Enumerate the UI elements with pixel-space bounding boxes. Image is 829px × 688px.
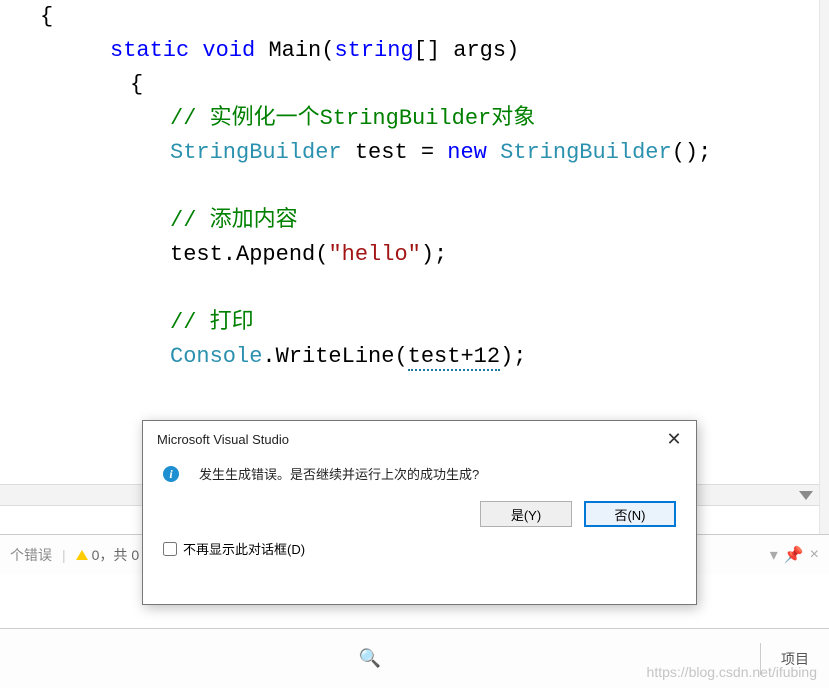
call: .WriteLine(	[262, 344, 407, 369]
identifier: test	[355, 140, 408, 165]
code-line: // 打印	[20, 306, 809, 340]
dialog-message: 发生生成错误。是否继续并运行上次的成功生成?	[199, 464, 479, 483]
code-line: {	[20, 0, 809, 34]
code-line: static void Main(string[] args)	[20, 34, 809, 68]
warning-label: 0，共 0	[92, 545, 139, 565]
watermark: https://blog.csdn.net/ifubing	[647, 664, 817, 680]
warning-count[interactable]: 0，共 0	[76, 545, 139, 565]
close-icon[interactable]: ×	[810, 546, 819, 564]
dialog-titlebar: Microsoft Visual Studio ✕	[143, 421, 696, 456]
code-line: StringBuilder test = new StringBuilder()…	[20, 136, 809, 170]
dropdown-icon[interactable]: ▾	[770, 545, 778, 565]
error-count[interactable]: 个错误	[10, 545, 52, 565]
code-line: test.Append("hello");	[20, 238, 809, 272]
no-button[interactable]: 否(N)	[584, 501, 676, 527]
vertical-scrollbar[interactable]	[819, 0, 829, 548]
checkbox-label: 不再显示此对话框(D)	[183, 539, 305, 558]
info-icon: i	[163, 466, 179, 482]
panel-controls: ▾ 📌 ×	[770, 545, 819, 565]
code-line: Console.WriteLine(test+12);	[20, 340, 809, 374]
close-icon[interactable]: ✕	[662, 429, 686, 450]
operator: =	[408, 140, 448, 165]
call: test.Append(	[170, 242, 328, 267]
dialog-footer: 不再显示此对话框(D)	[143, 527, 696, 558]
pin-icon[interactable]: 📌	[784, 545, 804, 565]
dialog-buttons: 是(Y) 否(N)	[143, 483, 696, 527]
comment: // 打印	[170, 310, 254, 335]
scroll-right-icon[interactable]	[799, 491, 813, 500]
punct: );	[500, 344, 526, 369]
string-literal: "hello"	[328, 242, 420, 267]
dialog-title: Microsoft Visual Studio	[157, 432, 289, 447]
identifier: Main	[268, 38, 321, 63]
comment: // 实例化一个StringBuilder对象	[170, 106, 535, 131]
code-line: // 实例化一个StringBuilder对象	[20, 102, 809, 136]
dialog-body: i 发生生成错误。是否继续并运行上次的成功生成?	[143, 456, 696, 483]
keyword: static	[110, 38, 189, 63]
search-icon[interactable]: 🔍	[359, 648, 381, 669]
code-editor[interactable]: { static void Main(string[] args) { // 实…	[0, 0, 829, 374]
identifier: args	[453, 38, 506, 63]
type: StringBuilder	[500, 140, 672, 165]
dont-show-again-checkbox[interactable]	[163, 542, 177, 556]
keyword: string	[334, 38, 413, 63]
blank-line	[20, 272, 809, 306]
comment: // 添加内容	[170, 208, 298, 233]
type: StringBuilder	[170, 140, 342, 165]
error-squiggle: test+12	[408, 344, 500, 371]
warning-icon	[76, 550, 88, 560]
code-line: {	[20, 68, 809, 102]
blank-line	[20, 170, 809, 204]
build-error-dialog: Microsoft Visual Studio ✕ i 发生生成错误。是否继续并…	[142, 420, 697, 605]
type: Console	[170, 344, 262, 369]
code-line: // 添加内容	[20, 204, 809, 238]
keyword: new	[447, 140, 487, 165]
keyword: void	[202, 38, 255, 63]
yes-button[interactable]: 是(Y)	[480, 501, 572, 527]
